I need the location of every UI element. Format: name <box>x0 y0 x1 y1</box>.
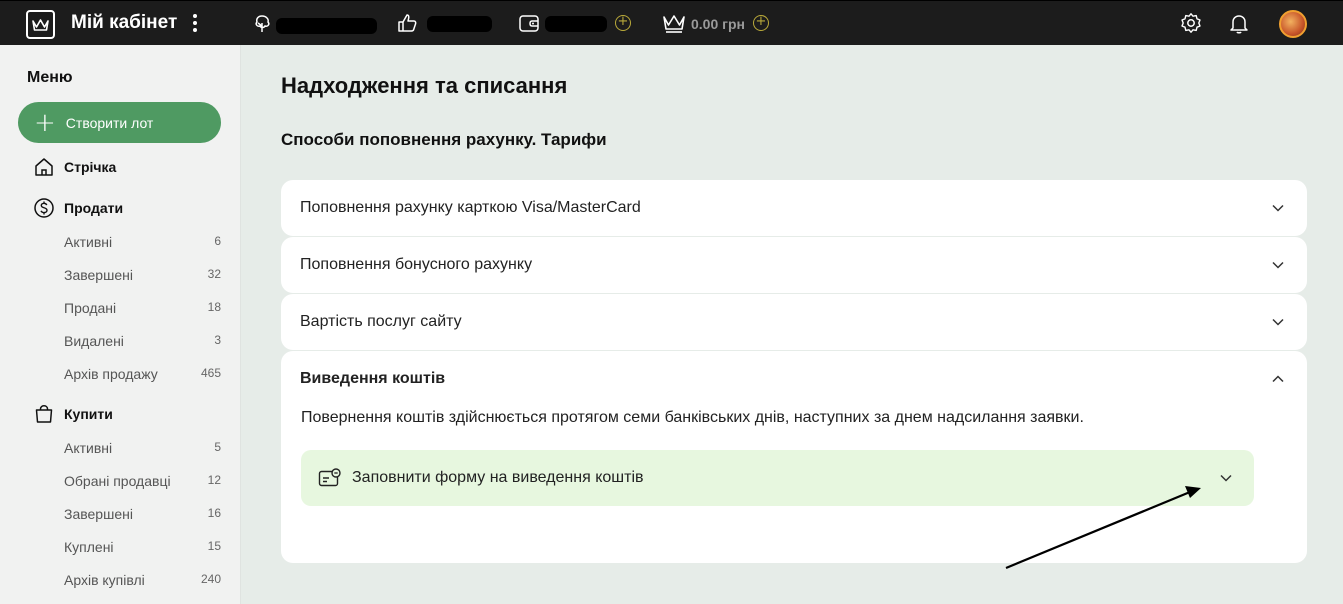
main-content: Надходження та списання Способи поповнен… <box>241 45 1343 604</box>
create-lot-button[interactable]: + Створити лот <box>18 102 221 143</box>
sidebar-item-buy-archive[interactable]: Архів купівлі 240 <box>64 572 221 588</box>
accordion-bonus[interactable]: Поповнення бонусного рахунку <box>281 237 1307 293</box>
accordion-header[interactable]: Поповнення рахунку карткою Visa/MasterCa… <box>281 180 1307 235</box>
sidebar-item-count: 240 <box>200 572 221 586</box>
dollar-circle-icon <box>34 198 54 218</box>
more-menu-icon[interactable] <box>188 12 202 34</box>
accordion-label: Поповнення рахунку карткою Visa/MasterCa… <box>300 198 641 216</box>
sidebar-item-count: 16 <box>207 506 221 520</box>
balance-amount: 0.00 грн <box>691 16 745 32</box>
shopping-bag-icon <box>35 405 53 423</box>
chevron-down-icon <box>1220 474 1232 482</box>
sidebar-item-label: Завершені <box>64 267 133 283</box>
plus-icon: + <box>34 107 56 138</box>
withdrawal-description: Повернення коштів здійснюється протягом … <box>301 409 1084 426</box>
sidebar-item-sell-finished[interactable]: Завершені 32 <box>64 267 221 283</box>
chevron-down-icon <box>1272 318 1284 326</box>
accordion-header[interactable]: Виведення коштів <box>281 351 1307 406</box>
sidebar-item-buy-active[interactable]: Активні 5 <box>64 440 221 456</box>
accordion-card-topup[interactable]: Поповнення рахунку карткою Visa/MasterCa… <box>281 180 1307 236</box>
sidebar-item-label: Архів купівлі <box>64 572 145 588</box>
balance-plus-icon[interactable]: + <box>753 15 769 31</box>
top-up-plus-icon[interactable]: + <box>615 15 631 31</box>
bell-icon[interactable] <box>1228 12 1250 34</box>
sidebar-item-label: Архів продажу <box>64 366 158 382</box>
sidebar-item-count: 32 <box>207 267 221 281</box>
sidebar-item-count: 12 <box>207 473 221 487</box>
sidebar-item-label: Завершені <box>64 506 133 522</box>
crown-logo-icon[interactable] <box>26 10 55 39</box>
accordion-label: Вартість послуг сайту <box>300 312 462 330</box>
sidebar-item-label: Стрічка <box>64 159 117 175</box>
accordion-header[interactable]: Поповнення бонусного рахунку <box>281 237 1307 292</box>
sidebar-item-count: 465 <box>200 366 221 380</box>
redacted-value <box>276 18 377 34</box>
sidebar-item-sell-deleted[interactable]: Видалені 3 <box>64 333 221 349</box>
thumb-up-icon[interactable] <box>396 12 418 34</box>
sidebar-item-count: 5 <box>214 440 221 454</box>
sidebar-item-buy[interactable]: Купити <box>33 403 113 425</box>
section-title: Способи поповнення рахунку. Тарифи <box>281 130 607 149</box>
chevron-up-icon <box>1272 375 1284 383</box>
redacted-value <box>545 16 607 32</box>
accordion-withdrawal: Виведення коштів Повернення коштів здійс… <box>281 351 1307 563</box>
accordion-label: Поповнення бонусного рахунку <box>300 255 533 273</box>
accordion-body: Повернення коштів здійснюється протягом … <box>281 409 1307 506</box>
withdrawal-form-panel[interactable]: Заповнити форму на виведення коштів <box>301 450 1254 506</box>
app-title: Мій кабінет <box>71 12 178 33</box>
sidebar-item-label: Видалені <box>64 333 124 349</box>
tree-icon[interactable] <box>251 12 273 34</box>
avatar[interactable] <box>1279 10 1307 38</box>
sidebar-item-label: Продати <box>64 200 124 216</box>
sidebar-item-buy-favorite-sellers[interactable]: Обрані продавці 12 <box>64 473 221 489</box>
sidebar-item-count: 6 <box>214 234 221 248</box>
sidebar-item-buy-bought[interactable]: Куплені 15 <box>64 539 221 555</box>
withdrawal-form-label: Заповнити форму на виведення коштів <box>352 469 644 486</box>
sidebar-item-label: Продані <box>64 300 117 316</box>
sidebar-item-label: Куплені <box>64 539 114 555</box>
sidebar-item-label: Активні <box>64 234 113 250</box>
redacted-value <box>427 16 492 32</box>
create-lot-label: Створити лот <box>65 114 154 131</box>
wallet-icon[interactable] <box>518 12 540 34</box>
sidebar: Меню + Створити лот Стрічка Продати Акти… <box>0 45 241 604</box>
sidebar-item-buy-finished[interactable]: Завершені 16 <box>64 506 221 522</box>
crown-icon[interactable] <box>662 12 686 34</box>
accordion-service-cost[interactable]: Вартість послуг сайту <box>281 294 1307 350</box>
sidebar-item-sell-active[interactable]: Активні 6 <box>64 234 221 250</box>
sidebar-item-label: Купити <box>64 406 113 422</box>
top-bar: Мій кабінет + 0.00 грн + <box>0 0 1343 45</box>
page-title: Надходження та списання <box>281 73 568 98</box>
sidebar-item-sell[interactable]: Продати <box>33 197 123 219</box>
sidebar-item-label: Активні <box>64 440 113 456</box>
menu-title: Меню <box>27 69 73 86</box>
accordion-header[interactable]: Вартість послуг сайту <box>281 294 1307 349</box>
sidebar-item-sell-sold[interactable]: Продані 18 <box>64 300 221 316</box>
home-icon <box>35 158 53 176</box>
accordion-label: Виведення коштів <box>300 369 446 387</box>
sidebar-item-sell-archive[interactable]: Архів продажу 465 <box>64 366 221 382</box>
form-card-icon <box>318 468 341 487</box>
chevron-down-icon <box>1272 261 1284 269</box>
sidebar-item-feed[interactable]: Стрічка <box>33 156 116 178</box>
sidebar-item-count: 18 <box>207 300 221 314</box>
gear-icon[interactable] <box>1180 12 1202 34</box>
chevron-down-icon <box>1272 204 1284 212</box>
sidebar-item-count: 3 <box>214 333 221 347</box>
sidebar-item-count: 15 <box>207 539 221 553</box>
sidebar-item-label: Обрані продавці <box>64 473 171 489</box>
